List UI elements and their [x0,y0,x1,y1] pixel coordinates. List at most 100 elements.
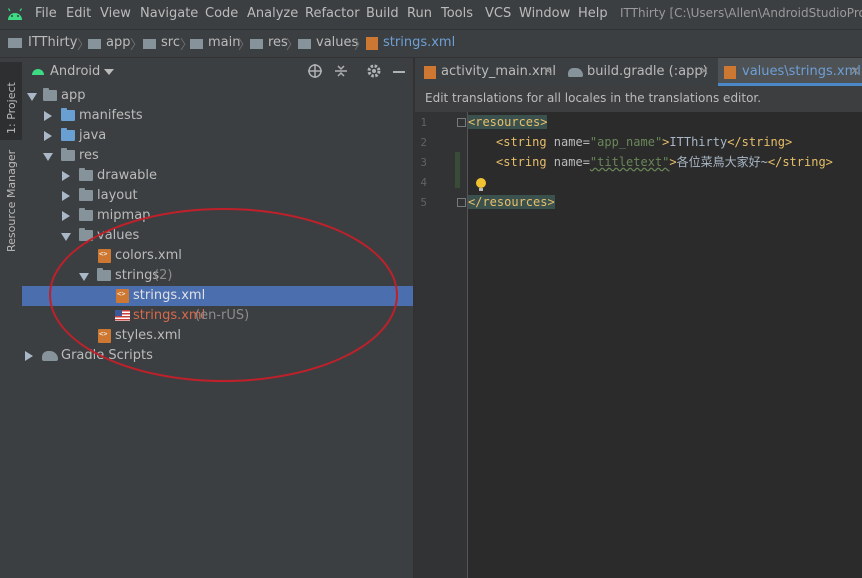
code-line-5: </resources> [468,192,862,212]
tree-item-gradle-scripts[interactable]: Gradle Scripts [22,346,413,366]
chevron-right-icon[interactable] [62,191,70,201]
gear-icon[interactable] [366,63,382,83]
menu-vcs[interactable]: VCS [485,6,511,21]
tree-item-label: app [61,88,86,103]
line-number: 4 [420,176,427,189]
menu-edit[interactable]: Edit [66,6,91,21]
code-editor[interactable]: <resources> <string name="app_name">ITTh… [468,112,862,578]
breadcrumb: ITThirty 〉 app 〉 src 〉 main 〉 res 〉 valu… [0,29,862,58]
fold-marker-icon[interactable] [457,118,466,127]
tag-gt: > [669,155,677,169]
attr-name: name= [553,135,590,149]
close-icon[interactable]: ✕ [543,64,553,78]
resource-manager-tab[interactable]: Resource Manager [0,150,22,270]
translations-editor-notice[interactable]: Edit translations for all locales in the… [415,86,862,113]
folder-icon [79,168,93,181]
notice-text: Edit translations for all locales in the… [425,91,762,105]
breadcrumb-res[interactable]: res [268,35,288,50]
minimize-icon[interactable] [393,71,405,73]
tree-item-label: strings [115,268,160,283]
chevron-right-icon[interactable] [62,171,70,181]
lightbulb-icon[interactable] [476,178,486,191]
folder-icon [79,228,93,241]
tree-item-strings-xml-en-rus[interactable]: strings.xml (en-rUS) [22,306,413,326]
chevron-down-icon[interactable] [27,93,37,101]
breadcrumb-project[interactable]: ITThirty [28,35,77,50]
line-number: 2 [420,136,427,149]
collapse-all-icon[interactable] [333,63,349,83]
chevron-down-icon[interactable] [79,273,89,281]
chevron-down-icon[interactable] [104,69,114,75]
project-tool-tab[interactable]: 1: Project [0,62,22,140]
menu-navigate[interactable]: Navigate [140,6,198,21]
tree-item-drawable[interactable]: drawable [22,166,413,186]
tree-item-layout[interactable]: layout [22,186,413,206]
breadcrumb-main[interactable]: main [208,35,240,50]
close-icon[interactable]: ✕ [850,64,860,78]
xml-file-icon [724,66,736,79]
tree-item-manifests[interactable]: manifests [22,106,413,126]
crosshair-icon[interactable] [307,63,323,83]
chevron-right-icon[interactable] [62,211,70,221]
fold-marker-icon[interactable] [457,198,466,207]
project-view-selector[interactable]: Android [50,64,100,79]
menu-refactor[interactable]: Refactor [305,6,360,21]
tree-item-label: drawable [97,168,158,183]
xml-file-icon [98,329,111,343]
editor-gutter[interactable]: 1 2 3 4 5 [415,112,468,578]
menu-bar: File Edit View Navigate Code Analyze Ref… [0,0,862,29]
menu-build[interactable]: Build [366,6,399,21]
tab-activity-main-xml[interactable]: activity_main.xml ✕ [415,58,556,86]
tag-string-open: <string [496,155,554,169]
chevron-right-icon[interactable] [44,111,52,121]
menu-window[interactable]: Window [519,6,570,21]
tree-item-java[interactable]: java [22,126,413,146]
menu-code[interactable]: Code [205,6,238,21]
tool-window-strip: 1: Project Resource Manager [0,58,23,578]
chevron-down-icon[interactable] [61,233,71,241]
tree-item-strings-xml[interactable]: strings.xml [22,286,413,306]
tree-item-colors-xml[interactable]: colors.xml [22,246,413,266]
project-panel-header: Android [22,58,413,87]
tree-item-res[interactable]: res [22,146,413,166]
tree-item-label: java [79,128,107,143]
tab-build-gradle[interactable]: build.gradle (:app) ✕ [561,58,712,86]
tag-string-close: </string> [727,135,793,149]
tree-item-strings-group[interactable]: strings (2) [22,266,413,286]
menu-file[interactable]: File [35,6,57,21]
tab-values-strings-xml[interactable]: values\strings.xml ✕ [718,58,862,86]
breadcrumb-src[interactable]: src [161,35,180,50]
folder-icon [61,108,75,121]
chevron-right-icon[interactable] [44,131,52,141]
menu-help[interactable]: Help [578,6,608,21]
xml-file-icon [424,66,436,79]
resource-folder-icon [250,39,263,49]
tag-resources-close: </resources> [468,195,555,209]
tree-item-mipmap[interactable]: mipmap [22,206,413,226]
tree-item-label: strings.xml [133,288,206,303]
close-icon[interactable]: ✕ [699,64,709,78]
chevron-down-icon[interactable] [43,153,53,161]
menu-run[interactable]: Run [407,6,432,21]
menu-view[interactable]: View [100,6,131,21]
attr-value: "titletext" [589,155,670,169]
tree-item-values[interactable]: values [22,226,413,246]
menu-tools[interactable]: Tools [441,6,473,21]
folder-icon [79,208,93,221]
tree-item-styles-xml[interactable]: styles.xml [22,326,413,346]
chevron-right-icon[interactable] [25,351,33,361]
tree-item-app[interactable]: app [22,86,413,106]
line-number: 5 [420,196,427,209]
menu-analyze[interactable]: Analyze [247,6,298,21]
tree-item-label: mipmap [97,208,151,223]
module-folder-icon [43,88,57,101]
tree-item-label: res [79,148,99,163]
tab-label: build.gradle (:app) [587,64,708,79]
tab-label: values\strings.xml [742,64,861,79]
tree-item-label: styles.xml [115,328,182,343]
breadcrumb-app[interactable]: app [106,35,130,50]
breadcrumb-values[interactable]: values [316,35,358,50]
breadcrumb-strings-xml[interactable]: strings.xml [383,35,455,50]
tree-item-label: manifests [79,108,143,123]
